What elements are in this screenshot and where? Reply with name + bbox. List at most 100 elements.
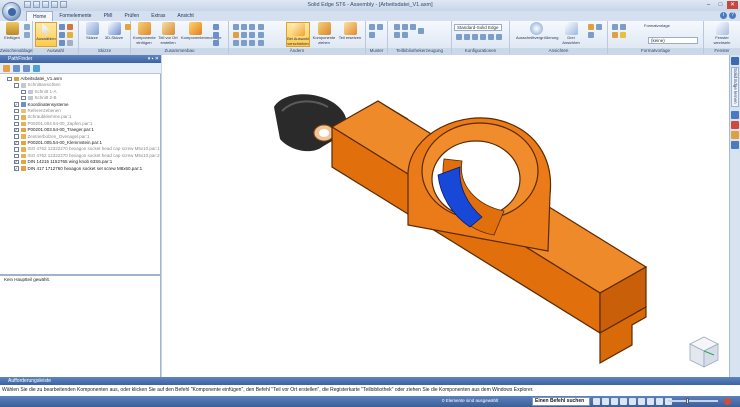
modify-icon-6[interactable] xyxy=(249,32,255,38)
replace-part-button[interactable]: Teil ersetzen xyxy=(338,22,362,47)
config-icon-2[interactable] xyxy=(464,34,470,40)
zoom-area-button[interactable]: Ausschnittvergrößerung xyxy=(516,22,558,47)
tab-extras[interactable]: Extras xyxy=(145,11,171,21)
visibility-checkbox[interactable] xyxy=(14,108,19,114)
config-icon-6[interactable] xyxy=(496,34,502,40)
visibility-checkbox[interactable] xyxy=(14,83,19,88)
visibility-checkbox[interactable] xyxy=(14,134,19,139)
insert-component-button[interactable]: Komponente einfügen xyxy=(133,22,156,47)
minimize-button[interactable]: – xyxy=(703,1,714,9)
visibility-checkbox[interactable]: ✓ xyxy=(14,160,19,165)
close-button[interactable]: ✕ xyxy=(727,1,738,9)
sketch-button[interactable]: Skizze xyxy=(81,22,103,47)
library-icon-4[interactable] xyxy=(394,32,400,38)
filter-icon[interactable] xyxy=(23,65,30,72)
visibility-checkbox[interactable] xyxy=(14,121,19,127)
modify-icon-3[interactable] xyxy=(249,24,255,30)
tree-row[interactable]: ISO 4762 12322270 hexagon socket head ca… xyxy=(14,153,160,159)
move-on-select-button[interactable]: Bei Auswahl verschieben xyxy=(286,22,310,47)
visibility-checkbox[interactable] xyxy=(21,95,26,101)
pan-icon[interactable] xyxy=(611,398,618,405)
tab-formelemente[interactable]: Formelemente xyxy=(53,11,97,21)
component-assembly-button[interactable]: Komponentenmontage xyxy=(181,22,221,47)
visibility-checkbox[interactable]: ✓ xyxy=(14,166,19,171)
display-icon[interactable] xyxy=(33,65,40,72)
relationship-icon[interactable] xyxy=(13,65,20,72)
tree-row[interactable]: P00201.004.54-00_Zapfen.par:1 xyxy=(14,121,93,127)
assembly-view-icon[interactable] xyxy=(3,65,10,72)
visibility-checkbox[interactable] xyxy=(14,115,19,120)
tree-row[interactable]: Zentrierbolzen_Ovenagel.par:1 xyxy=(14,134,90,140)
tab-ansicht[interactable]: Ansicht xyxy=(171,11,199,21)
library-icon-5[interactable] xyxy=(402,32,408,38)
view-icon-3[interactable] xyxy=(588,32,594,38)
tree-row[interactable]: Schnittansichten xyxy=(14,82,61,88)
style-icon-4[interactable] xyxy=(620,32,626,38)
view-cube-icon[interactable] xyxy=(687,335,721,369)
visibility-checkbox[interactable] xyxy=(14,147,19,152)
paste-button[interactable]: Einfügen xyxy=(1,22,23,47)
tree-row[interactable]: ISO 4762 12322270 hexagon socket head ca… xyxy=(14,146,160,152)
command-search-input[interactable]: Einen Befehl suchen xyxy=(532,397,590,406)
highlight-icon[interactable] xyxy=(67,32,73,38)
tab-home[interactable]: Home xyxy=(26,11,54,21)
cut-icon[interactable] xyxy=(24,24,30,30)
style-icon-2[interactable] xyxy=(620,24,626,30)
select-filter-icon[interactable] xyxy=(59,24,65,30)
tree-row[interactable]: Referenzebenen xyxy=(14,108,61,114)
status-close-icon[interactable] xyxy=(724,398,731,405)
tree-row[interactable]: ✓ DIN 417 1712760 hexagon socket set scre… xyxy=(14,166,142,172)
relate-icon[interactable] xyxy=(213,24,219,30)
create-in-place-button[interactable]: Teil vor Ort erstellen xyxy=(157,22,179,47)
zoom-icon[interactable] xyxy=(593,398,600,405)
zoom-select-icon[interactable] xyxy=(59,40,65,46)
pattern-icon-2[interactable] xyxy=(369,32,375,38)
pattern-icon[interactable] xyxy=(369,24,375,30)
drag-component-button[interactable]: Komponente ziehen xyxy=(312,22,336,47)
library-icon-1[interactable] xyxy=(394,24,400,30)
mirror-icon[interactable] xyxy=(377,24,383,30)
config-icon-3[interactable] xyxy=(472,34,478,40)
modify-icon-8[interactable] xyxy=(241,40,247,46)
maximize-button[interactable]: □ xyxy=(715,1,726,9)
application-button[interactable] xyxy=(2,2,21,21)
sketch-view-icon[interactable] xyxy=(647,398,654,405)
shading-icon[interactable] xyxy=(638,398,645,405)
visibility-checkbox[interactable]: ✓ xyxy=(14,141,19,146)
visibility-checkbox[interactable] xyxy=(14,153,19,159)
solid-edge-learn-icon[interactable] xyxy=(731,57,739,65)
pin-icon[interactable]: ▾ ▪ ✕ xyxy=(148,55,159,63)
visibility-checkbox[interactable] xyxy=(7,76,12,82)
visibility-checkbox[interactable]: ✓ xyxy=(14,128,19,133)
fit-icon[interactable] xyxy=(602,398,609,405)
tree-row[interactable]: Schnitt 1-A xyxy=(21,89,57,95)
three-views-button[interactable]: Drei Ansichten xyxy=(560,22,582,47)
modify-icon-11[interactable] xyxy=(258,32,264,38)
style-icon-1[interactable] xyxy=(612,24,618,30)
style-icon-3[interactable] xyxy=(612,32,618,38)
configuration-combo[interactable]: Standard-Solid Edge xyxy=(454,24,502,31)
copy-icon[interactable] xyxy=(24,32,30,38)
view-icon-2[interactable] xyxy=(596,24,602,30)
tree-row[interactable]: ✓ P00201.005.54-00_Klemmstein.par:1 xyxy=(14,140,102,146)
info-icon[interactable]: i xyxy=(720,12,727,19)
style-button[interactable]: Formatvorlage xyxy=(636,22,672,30)
modify-icon-10[interactable] xyxy=(258,24,264,30)
help-icon[interactable]: ? xyxy=(729,12,736,19)
tab-pruefen[interactable]: Prüfen xyxy=(118,11,145,21)
clear-select-icon[interactable] xyxy=(67,40,73,46)
tab-pmi[interactable]: PMI xyxy=(98,11,119,21)
config-icon-1[interactable] xyxy=(456,34,462,40)
library-icon-6[interactable] xyxy=(418,28,424,34)
tree-row[interactable]: ✓ P00201.003.54-00_Traeger.par:1 xyxy=(14,127,94,133)
learn-tab[interactable]: Solid Edge lernen xyxy=(731,67,739,107)
style-combo[interactable]: (keine) xyxy=(648,37,698,44)
modify-icon-7[interactable] xyxy=(233,40,239,46)
modify-icon-2[interactable] xyxy=(241,24,247,30)
select-box-icon[interactable] xyxy=(67,24,73,30)
mate-icon[interactable] xyxy=(213,32,219,38)
modify-icon-9[interactable] xyxy=(249,40,255,46)
modify-icon-4[interactable] xyxy=(233,32,239,38)
visibility-checkbox[interactable] xyxy=(21,89,26,95)
dock-icon-3[interactable] xyxy=(731,131,739,139)
